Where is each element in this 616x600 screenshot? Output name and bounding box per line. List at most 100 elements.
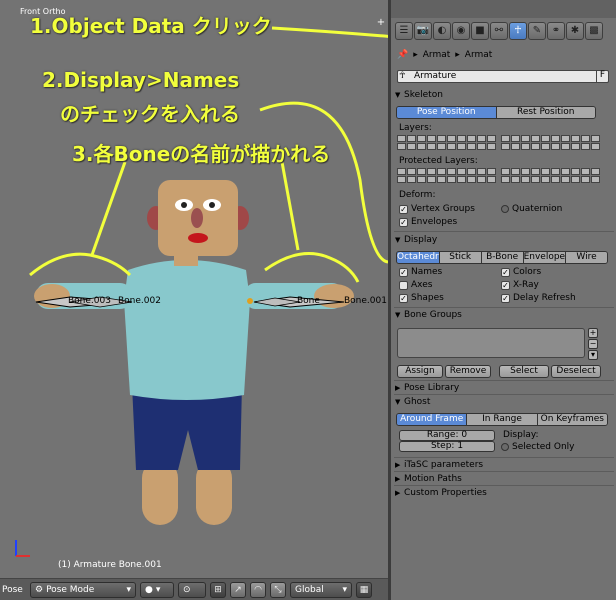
pin-icon[interactable]: 📌 xyxy=(397,50,408,60)
layer-cell[interactable] xyxy=(477,168,486,175)
layer-cell[interactable] xyxy=(591,135,600,142)
layer-cell[interactable] xyxy=(541,143,550,150)
layer-cell[interactable] xyxy=(447,176,456,183)
names-checkbox[interactable]: ✓ Names xyxy=(399,267,442,277)
editor-type-icon[interactable]: ☰ xyxy=(395,22,413,40)
quaternion-toggle[interactable]: Quaternion xyxy=(501,204,562,214)
layer-cell[interactable] xyxy=(397,176,406,183)
remove-button[interactable]: Remove xyxy=(445,365,491,378)
layer-cell[interactable] xyxy=(487,143,496,150)
protected-layers-grid-b[interactable] xyxy=(447,168,496,183)
layer-cell[interactable] xyxy=(437,143,446,150)
bone-icon[interactable]: ✎ xyxy=(528,22,546,40)
deselect-button[interactable]: Deselect xyxy=(551,365,601,378)
colors-checkbox[interactable]: ✓ Colors xyxy=(501,267,541,277)
layer-cell[interactable] xyxy=(397,143,406,150)
mode-bbone[interactable]: B-Bone xyxy=(481,252,524,263)
layer-cell[interactable] xyxy=(541,176,550,183)
protected-layers-grid-a[interactable] xyxy=(397,168,446,183)
layer-cell[interactable] xyxy=(591,143,600,150)
layer-cell[interactable] xyxy=(467,168,476,175)
scroll-down-icon[interactable]: ▾ xyxy=(588,350,598,360)
layer-cell[interactable] xyxy=(521,135,530,142)
display-panel-header[interactable]: ▼ Display xyxy=(395,235,437,245)
in-range-button[interactable]: In Range xyxy=(467,414,538,425)
mode-wire[interactable]: Wire xyxy=(566,252,607,263)
rest-position-button[interactable]: Rest Position xyxy=(496,107,595,118)
texture-icon[interactable]: ▩ xyxy=(585,22,603,40)
layer-cell[interactable] xyxy=(581,176,590,183)
modifiers-icon[interactable]: ✱ xyxy=(566,22,584,40)
mode-envelope[interactable]: Envelope xyxy=(523,252,567,263)
layer-cell[interactable] xyxy=(551,143,560,150)
layer-cell[interactable] xyxy=(551,135,560,142)
layer-cell[interactable] xyxy=(467,135,476,142)
layer-cell[interactable] xyxy=(551,176,560,183)
layer-cell[interactable] xyxy=(521,143,530,150)
mode-select[interactable]: ⚙ Pose Mode ▾ xyxy=(30,581,136,598)
layer-cell[interactable] xyxy=(487,168,496,175)
axes-checkbox[interactable]: Axes xyxy=(399,280,432,290)
layer-cell[interactable] xyxy=(467,143,476,150)
layer-cell[interactable] xyxy=(457,135,466,142)
layer-cell[interactable] xyxy=(561,135,570,142)
layer-cell[interactable] xyxy=(511,176,520,183)
layer-cell[interactable] xyxy=(407,168,416,175)
layer-cell[interactable] xyxy=(561,143,570,150)
selected-only-toggle[interactable]: Selected Only xyxy=(501,442,575,452)
remove-group-icon[interactable]: − xyxy=(588,339,598,349)
on-keyframes-button[interactable]: On Keyframes xyxy=(537,414,607,425)
layer-cell[interactable] xyxy=(511,143,520,150)
layer-cell[interactable] xyxy=(581,135,590,142)
layer-cell[interactable] xyxy=(427,168,436,175)
translate-icon[interactable]: ↗ xyxy=(230,581,246,598)
object-data-icon[interactable]: ☥ xyxy=(509,22,527,40)
delay-refresh-checkbox[interactable]: ✓ Delay Refresh xyxy=(501,293,576,303)
layer-cell[interactable] xyxy=(571,135,580,142)
layer-cell[interactable] xyxy=(457,176,466,183)
layers-grid-icon[interactable]: ▦ xyxy=(356,581,372,598)
world-icon[interactable]: ◉ xyxy=(452,22,470,40)
bone-constraints-icon[interactable]: ⚭ xyxy=(547,22,565,40)
layer-cell[interactable] xyxy=(437,135,446,142)
layer-cell[interactable] xyxy=(407,176,416,183)
shading-select[interactable]: ● ▾ xyxy=(140,581,174,598)
layer-cell[interactable] xyxy=(447,168,456,175)
custom-properties-panel-header[interactable]: ▶ Custom Properties xyxy=(395,488,487,498)
skeleton-panel-header[interactable]: ▼ Skeleton xyxy=(395,90,443,100)
layer-cell[interactable] xyxy=(521,168,530,175)
layer-cell[interactable] xyxy=(477,176,486,183)
layer-cell[interactable] xyxy=(531,143,540,150)
layer-cell[interactable] xyxy=(417,176,426,183)
constraints-icon[interactable]: ⚯ xyxy=(490,22,508,40)
render-icon[interactable]: 📷 xyxy=(414,22,432,40)
motion-paths-panel-header[interactable]: ▶ Motion Paths xyxy=(395,474,462,484)
layer-cell[interactable] xyxy=(397,135,406,142)
envelopes-checkbox[interactable]: ✓ Envelopes xyxy=(399,217,457,227)
layer-cell[interactable] xyxy=(397,168,406,175)
manipulator-toggle-icon[interactable]: ⊞ xyxy=(210,581,226,598)
layer-cell[interactable] xyxy=(571,168,580,175)
layer-cell[interactable] xyxy=(457,143,466,150)
layer-cell[interactable] xyxy=(551,168,560,175)
layer-cell[interactable] xyxy=(591,168,600,175)
layer-cell[interactable] xyxy=(581,143,590,150)
layer-cell[interactable] xyxy=(407,143,416,150)
armature-name-field[interactable]: ☥ Armature F xyxy=(397,70,609,83)
assign-button[interactable]: Assign xyxy=(397,365,443,378)
object-icon[interactable]: ■ xyxy=(471,22,489,40)
layer-cell[interactable] xyxy=(417,168,426,175)
layers-grid-b[interactable] xyxy=(447,135,496,150)
layer-cell[interactable] xyxy=(501,135,510,142)
layer-cell[interactable] xyxy=(531,176,540,183)
layer-cell[interactable] xyxy=(501,176,510,183)
layer-cell[interactable] xyxy=(561,176,570,183)
layer-cell[interactable] xyxy=(541,168,550,175)
layer-cell[interactable] xyxy=(581,168,590,175)
layer-cell[interactable] xyxy=(561,168,570,175)
scale-icon[interactable]: ⤡ xyxy=(270,581,286,598)
layer-cell[interactable] xyxy=(571,176,580,183)
bone-groups-panel-header[interactable]: ▼ Bone Groups xyxy=(395,310,462,320)
layer-cell[interactable] xyxy=(511,168,520,175)
shapes-checkbox[interactable]: ✓ Shapes xyxy=(399,293,444,303)
